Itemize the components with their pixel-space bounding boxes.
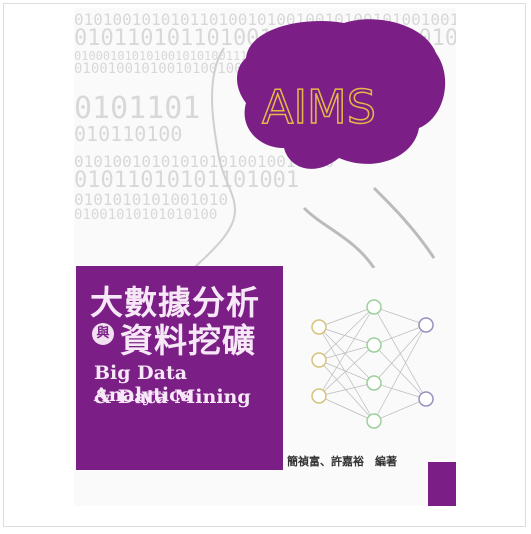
brain-head-illustration: AIMS (193, 19, 446, 268)
title-line-2: 資料挖礦 (120, 321, 256, 360)
authors: 簡禎富、許嘉裕 編著 (287, 455, 397, 468)
neural-network-icon (311, 299, 434, 429)
connector-badge: 與 (92, 323, 114, 345)
accent-square (428, 462, 456, 506)
brain-aims-text: AIMS (262, 80, 376, 134)
book-cover: 0101001010101101001010010010100101001001… (74, 8, 456, 506)
english-title-line-2: & Data Mining (94, 386, 251, 408)
title-box: 大數據分析 與 資料挖礦 Big Data Analytics & Data M… (76, 266, 283, 470)
